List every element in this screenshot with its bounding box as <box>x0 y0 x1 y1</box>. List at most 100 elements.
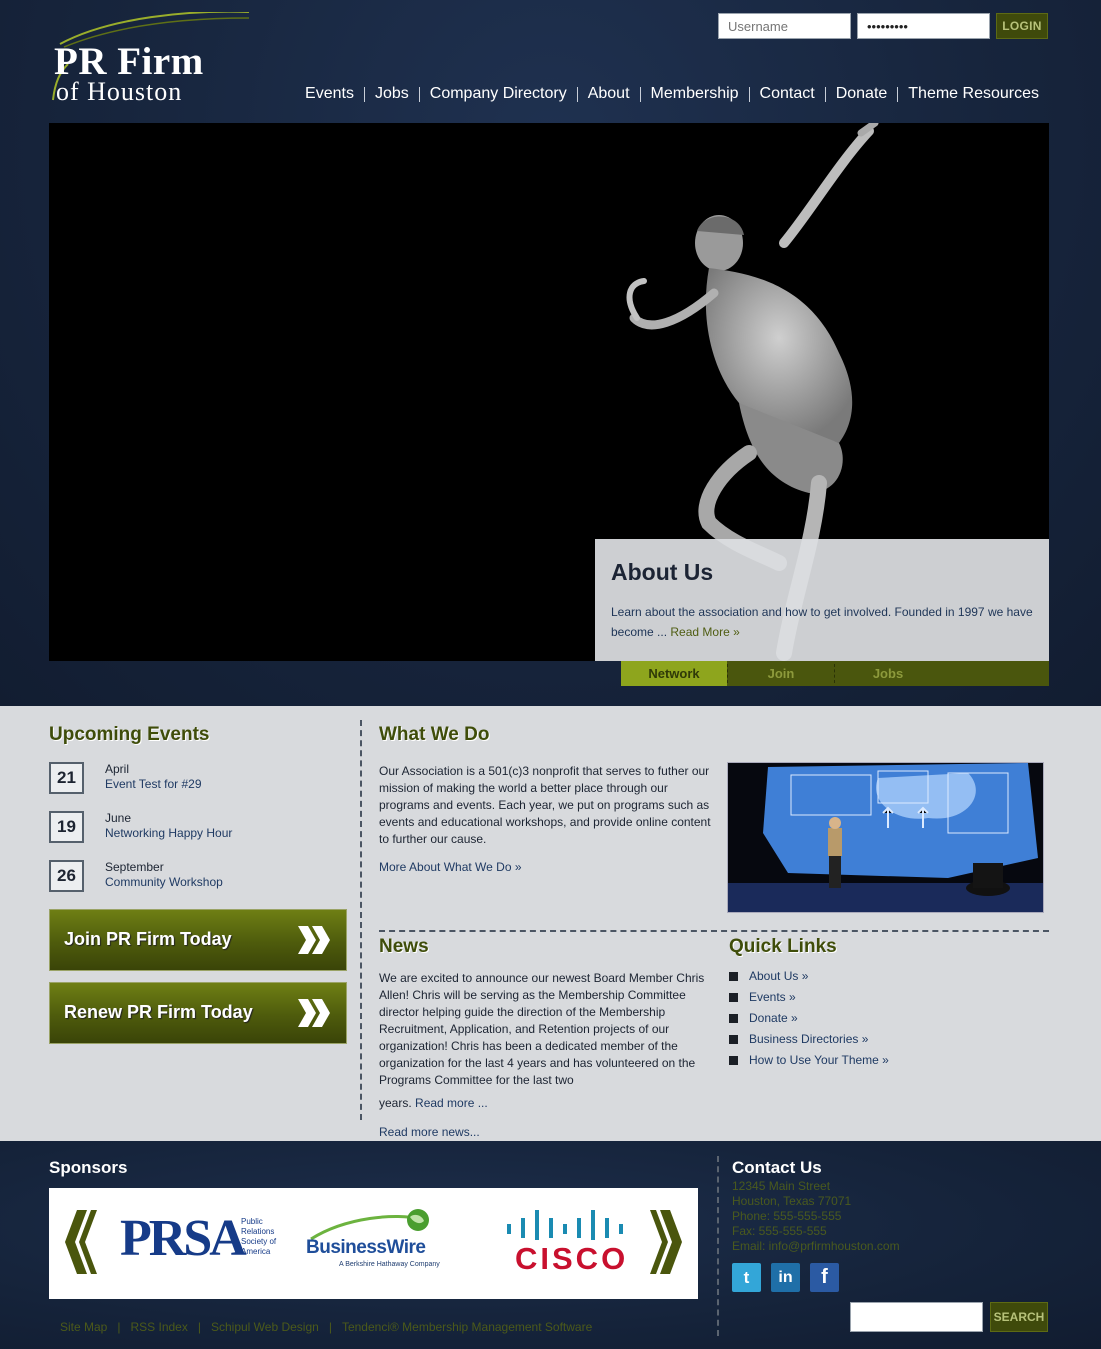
username-input[interactable] <box>718 13 851 39</box>
contact-fax: Fax: 555-555-555 <box>732 1224 827 1238</box>
footer-link-divider: | <box>328 1320 332 1334</box>
logo-text-line2: of Houston <box>56 77 183 106</box>
cisco-wordmark: CISCO <box>515 1241 629 1276</box>
what-we-do-text: Our Association is a 501(c)3 nonprofit t… <box>379 764 711 846</box>
nav-item-donate[interactable]: Donate <box>826 84 898 104</box>
logo-text-line1: PR Firm <box>54 40 204 83</box>
footer-column-divider <box>717 1156 719 1336</box>
contact-email-link[interactable]: Email: info@prfirmhouston.com <box>732 1239 900 1254</box>
event-item[interactable]: 19 June Networking Happy Hour <box>49 811 349 843</box>
quick-link-label: About Us » <box>749 969 809 983</box>
contact-city: Houston, Texas 77071 <box>732 1194 852 1208</box>
site-header: PR Firm of Houston LOGIN Events Jobs Com… <box>0 0 1101 706</box>
tab-jobs[interactable]: Jobs <box>835 661 941 686</box>
footer-links: Site Map | RSS Index | Schipul Web Design |… <box>60 1320 592 1334</box>
login-button[interactable]: LOGIN <box>996 13 1048 39</box>
event-month: June <box>105 811 132 825</box>
section-divider <box>379 930 1049 932</box>
nav-item-about[interactable]: About <box>578 84 640 104</box>
footer-link-tendenci[interactable]: Tendenci® Membership Management Software <box>342 1320 592 1334</box>
event-item[interactable]: 26 September Community Workshop <box>49 860 349 892</box>
column-divider <box>360 720 362 1120</box>
square-bullet-icon <box>729 1056 738 1065</box>
quick-link-label: Donate » <box>749 1011 798 1025</box>
event-title-link[interactable]: Community Workshop <box>105 875 223 889</box>
news-heading: News <box>379 936 429 957</box>
sponsor-carousel: PRSA Public Relations Society of America… <box>49 1188 698 1299</box>
event-title-link[interactable]: Networking Happy Hour <box>105 826 232 840</box>
tab-network[interactable]: Network <box>621 661 727 686</box>
event-month: September <box>105 860 164 874</box>
quick-link-business-directories[interactable]: Business Directories » <box>729 1029 889 1050</box>
main-content: Upcoming Events 21 April Event Test for … <box>0 706 1101 1141</box>
event-date-badge: 19 <box>49 811 84 843</box>
quick-link-events[interactable]: Events » <box>729 987 889 1008</box>
quick-link-label: How to Use Your Theme » <box>749 1053 889 1067</box>
contact-heading: Contact Us <box>732 1158 822 1177</box>
footer-link-site-map[interactable]: Site Map <box>60 1320 107 1334</box>
renew-button-label: Renew PR Firm Today <box>64 1002 253 1022</box>
footer-link-web-design[interactable]: Schipul Web Design <box>211 1320 319 1334</box>
event-item[interactable]: 21 April Event Test for #29 <box>49 762 349 794</box>
cisco-logo[interactable]: CISCO <box>504 1208 634 1278</box>
password-input[interactable] <box>857 13 990 39</box>
linkedin-icon[interactable]: in <box>771 1263 800 1292</box>
quick-links-heading: Quick Links <box>729 936 837 957</box>
join-button[interactable]: Join PR Firm Today <box>49 909 347 971</box>
double-chevron-right-icon <box>298 926 330 954</box>
carousel-next-icon[interactable] <box>650 1208 688 1276</box>
double-chevron-right-icon <box>298 999 330 1027</box>
facebook-icon[interactable]: f <box>810 1263 839 1292</box>
contact-street: 12345 Main Street <box>732 1179 831 1193</box>
cisco-bars-icon <box>507 1210 623 1240</box>
news-read-more-link[interactable]: Read more ... <box>415 1096 488 1110</box>
footer-link-divider: | <box>197 1320 201 1334</box>
footer-link-divider: | <box>117 1320 121 1334</box>
quick-link-about[interactable]: About Us » <box>729 966 889 987</box>
sponsors-heading: Sponsors <box>49 1158 128 1177</box>
hero-tabs: Network Join Jobs <box>621 661 1049 686</box>
nav-item-theme-resources[interactable]: Theme Resources <box>898 84 1039 104</box>
about-us-title: About Us <box>611 559 714 585</box>
nav-item-events[interactable]: Events <box>295 84 364 104</box>
square-bullet-icon <box>729 1035 738 1044</box>
stage-presentation-image <box>728 763 1043 912</box>
renew-button[interactable]: Renew PR Firm Today <box>49 982 347 1044</box>
about-us-read-more-link[interactable]: Read More » <box>670 625 739 639</box>
read-more-news-link[interactable]: Read more news... <box>379 1125 480 1139</box>
carousel-prev-icon[interactable] <box>59 1208 97 1276</box>
nav-item-contact[interactable]: Contact <box>750 84 825 104</box>
quick-links-list: About Us » Events » Donate » Business Di… <box>729 966 889 1071</box>
square-bullet-icon <box>729 1014 738 1023</box>
site-logo[interactable]: PR Firm of Houston <box>50 12 250 107</box>
businesswire-logo[interactable]: BusinessWire A Berkshire Hathaway Compan… <box>306 1207 471 1277</box>
square-bullet-icon <box>729 993 738 1002</box>
tab-join[interactable]: Join <box>728 661 834 686</box>
quick-link-donate[interactable]: Donate » <box>729 1008 889 1029</box>
what-we-do-heading: What We Do <box>379 724 490 745</box>
event-date-badge: 21 <box>49 762 84 794</box>
nav-item-membership[interactable]: Membership <box>641 84 749 104</box>
contact-details: 12345 Main Street Houston, Texas 77071 P… <box>732 1179 900 1254</box>
site-footer: Sponsors PRSA Public Relations Society o… <box>0 1141 1101 1349</box>
join-button-label: Join PR Firm Today <box>64 929 232 949</box>
more-about-link[interactable]: More About What We Do » <box>379 860 522 874</box>
search-button[interactable]: SEARCH <box>990 1302 1048 1332</box>
hero-slideshow[interactable]: About Us Learn about the association and… <box>49 123 1049 661</box>
search-input[interactable] <box>850 1302 983 1332</box>
businesswire-tagline: A Berkshire Hathaway Company <box>339 1261 440 1268</box>
prsa-logo[interactable]: PRSA <box>120 1211 247 1267</box>
main-nav: Events Jobs Company Directory About Memb… <box>295 84 1039 104</box>
twitter-icon[interactable]: t <box>732 1263 761 1292</box>
event-date-badge: 26 <box>49 860 84 892</box>
news-last-line: years. Read more ... <box>379 1096 488 1110</box>
prsa-logo-subtitle: Public Relations Society of America <box>241 1217 277 1256</box>
nav-item-company-directory[interactable]: Company Directory <box>420 84 577 104</box>
quick-link-label: Events » <box>749 990 796 1004</box>
footer-link-rss-index[interactable]: RSS Index <box>130 1320 187 1334</box>
nav-item-jobs[interactable]: Jobs <box>365 84 419 104</box>
quick-link-label: Business Directories » <box>749 1032 869 1046</box>
event-title-link[interactable]: Event Test for #29 <box>105 777 202 791</box>
businesswire-wordmark: BusinessWire <box>306 1237 426 1258</box>
quick-link-theme[interactable]: How to Use Your Theme » <box>729 1050 889 1071</box>
